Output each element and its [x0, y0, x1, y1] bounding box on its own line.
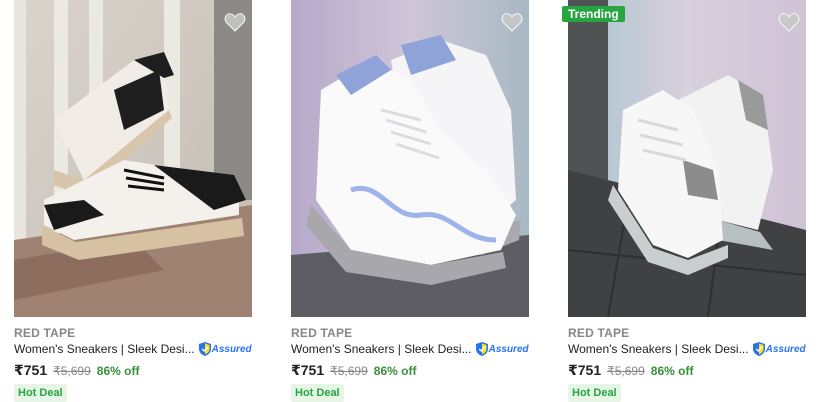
assured-badge: Assured: [752, 342, 806, 356]
shield-icon: [198, 342, 211, 356]
product-title-row[interactable]: Women's Sneakers | Sleek Desi... Assured: [14, 342, 252, 356]
product-image[interactable]: [568, 0, 806, 317]
shield-icon: [475, 342, 488, 356]
hot-deal-tag: Hot Deal: [14, 384, 67, 402]
assured-label: Assured: [211, 343, 252, 355]
price-row: ₹751 ₹5,699 86% off: [568, 362, 693, 379]
selling-price: ₹751: [14, 362, 48, 378]
selling-price: ₹751: [291, 362, 325, 378]
sneaker-photo-white-grey: [568, 0, 806, 317]
wishlist-button[interactable]: [778, 12, 800, 32]
wishlist-button[interactable]: [224, 12, 246, 32]
product-title[interactable]: Women's Sneakers | Sleek Desi...: [291, 342, 472, 356]
product-brand: RED TAPE: [568, 326, 630, 340]
original-price: ₹5,699: [330, 364, 368, 378]
product-card[interactable]: Trending RED TAPE Women's Sneakers | Sle…: [562, 0, 806, 402]
original-price: ₹5,699: [607, 364, 645, 378]
sneaker-photo-black-beige: [14, 0, 252, 317]
assured-badge: Assured: [198, 342, 252, 356]
hot-deal-tag: Hot Deal: [568, 384, 621, 402]
product-image[interactable]: [291, 0, 529, 317]
discount-percent: 86% off: [650, 364, 694, 378]
product-title[interactable]: Women's Sneakers | Sleek Desi...: [14, 342, 195, 356]
wishlist-button[interactable]: [501, 12, 523, 32]
assured-label: Assured: [765, 343, 806, 355]
product-image[interactable]: [14, 0, 252, 317]
heart-icon: [778, 13, 800, 32]
price-row: ₹751 ₹5,699 86% off: [291, 362, 416, 379]
sneaker-photo-white-lavender: [291, 0, 529, 317]
heart-icon: [224, 13, 246, 32]
product-card[interactable]: RED TAPE Women's Sneakers | Sleek Desi..…: [14, 0, 252, 402]
product-brand: RED TAPE: [291, 326, 353, 340]
product-card[interactable]: RED TAPE Women's Sneakers | Sleek Desi..…: [291, 0, 529, 402]
assured-badge: Assured: [475, 342, 529, 356]
trending-badge: Trending: [562, 6, 625, 22]
selling-price: ₹751: [568, 362, 602, 378]
heart-icon: [501, 13, 523, 32]
hot-deal-tag: Hot Deal: [291, 384, 344, 402]
product-brand: RED TAPE: [14, 326, 76, 340]
discount-percent: 86% off: [373, 364, 417, 378]
assured-label: Assured: [488, 343, 529, 355]
original-price: ₹5,699: [53, 364, 91, 378]
product-title-row[interactable]: Women's Sneakers | Sleek Desi... Assured: [568, 342, 806, 356]
price-row: ₹751 ₹5,699 86% off: [14, 362, 139, 379]
product-title-row[interactable]: Women's Sneakers | Sleek Desi... Assured: [291, 342, 529, 356]
product-title[interactable]: Women's Sneakers | Sleek Desi...: [568, 342, 749, 356]
discount-percent: 86% off: [96, 364, 140, 378]
shield-icon: [752, 342, 765, 356]
